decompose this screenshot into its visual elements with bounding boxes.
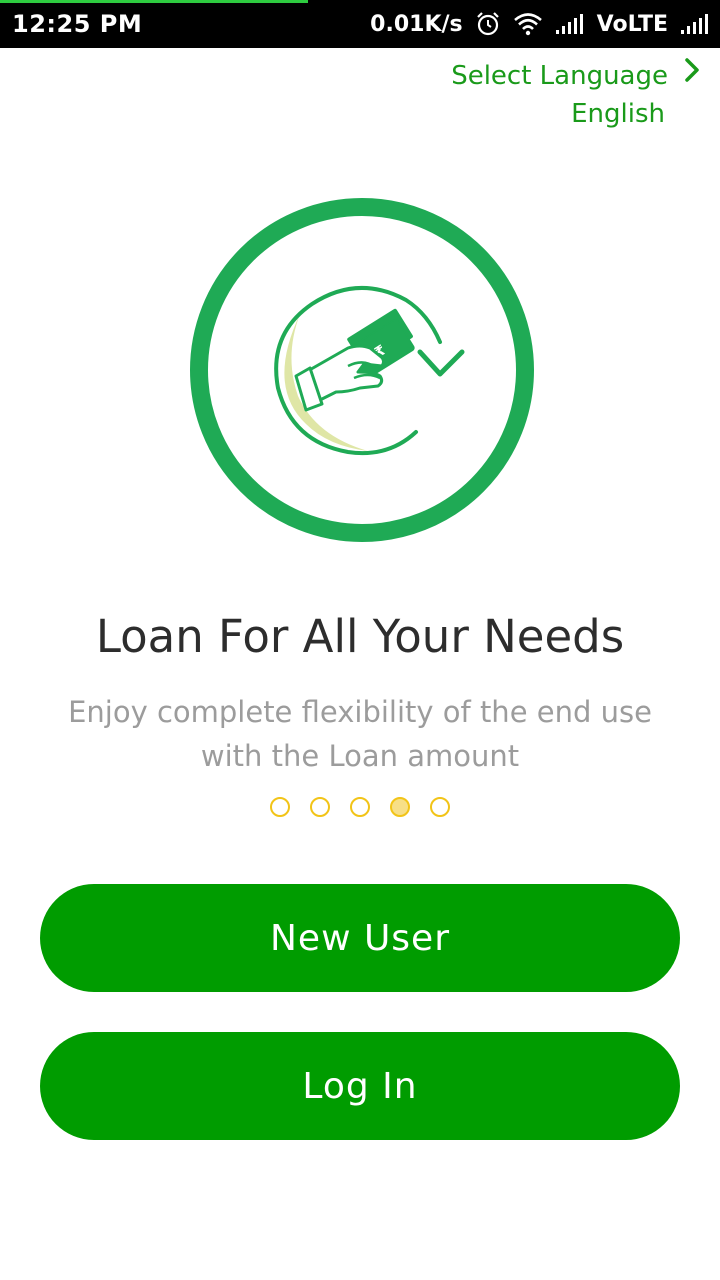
status-time: 12:25 PM xyxy=(12,10,143,38)
chevron-right-icon xyxy=(682,56,702,95)
onboarding-subtitle: Enjoy complete flexibility of the end us… xyxy=(68,695,652,773)
loading-progress-bar xyxy=(0,0,308,3)
status-icons: 0.01K/s VoLTE xyxy=(370,8,710,40)
language-selector[interactable]: Select Language English xyxy=(451,56,702,133)
page-dot-active[interactable] xyxy=(390,797,410,817)
page-dot[interactable] xyxy=(350,797,370,817)
alarm-icon xyxy=(475,11,501,37)
language-label: Select Language xyxy=(451,60,668,91)
login-button[interactable]: Log In xyxy=(40,1032,680,1140)
new-user-button[interactable]: New User xyxy=(40,884,680,992)
network-speed: 0.01K/s xyxy=(370,11,463,37)
page-dot[interactable] xyxy=(430,797,450,817)
signal-icon xyxy=(555,13,585,35)
signal-icon xyxy=(680,13,710,35)
wifi-icon xyxy=(513,12,543,36)
status-bar: 12:25 PM 0.01K/s VoLTE xyxy=(0,0,720,48)
carrier-label: VoLTE xyxy=(596,11,668,37)
page-dot[interactable] xyxy=(270,797,290,817)
onboarding-title: Loan For All Your Needs xyxy=(95,610,625,663)
page-dot[interactable] xyxy=(310,797,330,817)
hand-money-icon: ₹ xyxy=(188,196,536,544)
language-value: English xyxy=(571,99,665,129)
page-indicator xyxy=(0,797,720,819)
